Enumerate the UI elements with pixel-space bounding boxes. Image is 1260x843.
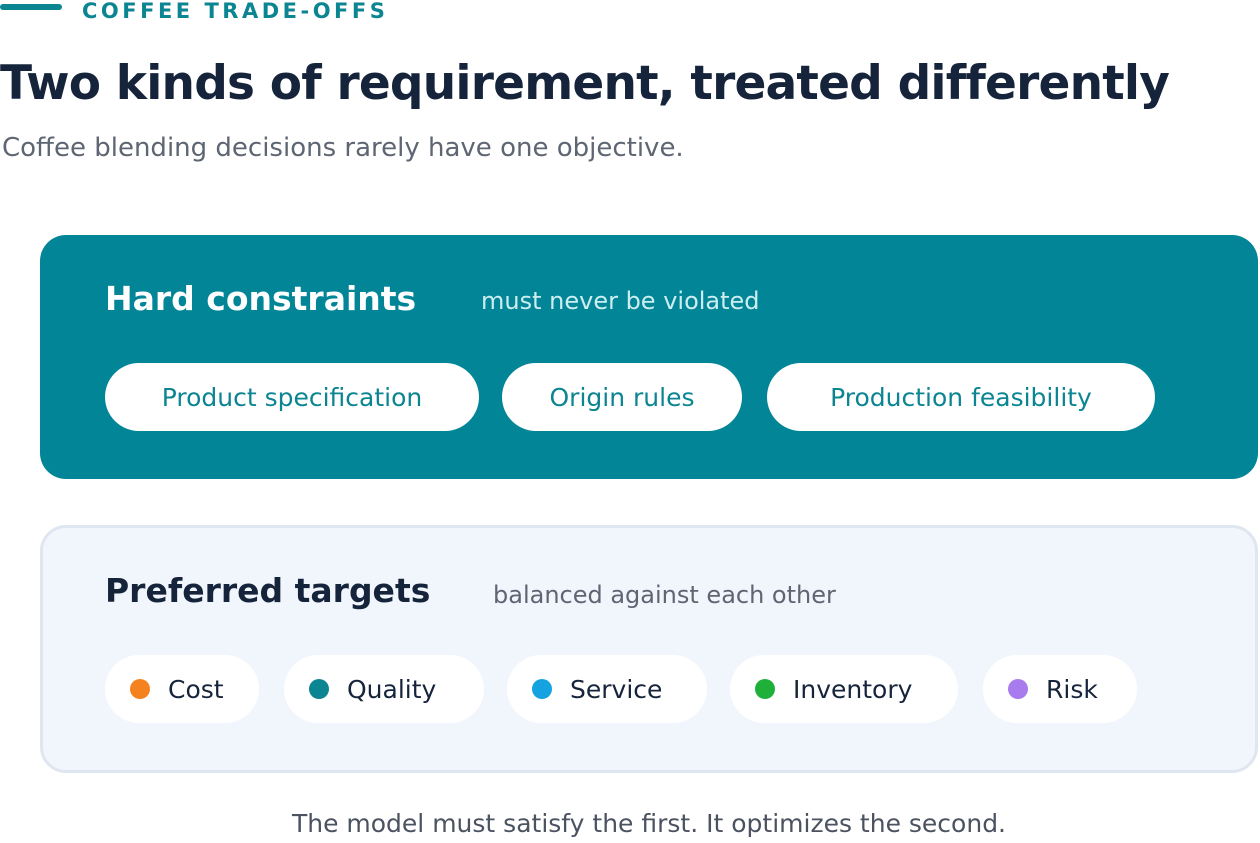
service-dot-icon (532, 679, 552, 699)
page-title: Two kinds of requirement, treated differ… (0, 56, 1170, 111)
hard-constraints-panel: Hard constraints must never be violated … (40, 235, 1258, 479)
quality-dot-icon (309, 679, 329, 699)
constraint-pill-label: Origin rules (549, 382, 695, 412)
constraint-pill-origin-rules: Origin rules (502, 363, 742, 431)
constraint-pill-label: Production feasibility (830, 382, 1092, 412)
target-pill-cost: Cost (105, 655, 259, 723)
target-pill-label: Risk (1046, 674, 1098, 704)
slide: COFFEE TRADE-OFFS Two kinds of requireme… (0, 0, 1260, 843)
cost-dot-icon (130, 679, 150, 699)
footer-text: The model must satisfy the first. It opt… (291, 809, 1007, 838)
risk-dot-icon (1008, 679, 1028, 699)
inventory-dot-icon (755, 679, 775, 699)
constraint-pill-label: Product specification (161, 382, 423, 412)
footer-caption: The model must satisfy the first. It opt… (0, 806, 1260, 842)
target-pill-service: Service (507, 655, 707, 723)
eyebrow-accent-bar (0, 4, 62, 10)
target-pill-risk: Risk (983, 655, 1137, 723)
preferred-targets-panel: Preferred targets balanced against each … (40, 525, 1258, 773)
target-pill-quality: Quality (284, 655, 484, 723)
target-pill-label: Inventory (793, 674, 913, 704)
target-pill-label: Service (570, 674, 663, 704)
target-pill-label: Cost (168, 674, 224, 704)
target-pill-label: Quality (347, 674, 437, 704)
page-subtitle: Coffee blending decisions rarely have on… (2, 133, 684, 163)
eyebrow-label: COFFEE TRADE-OFFS (82, 0, 389, 23)
constraint-pill-production-feasibility: Production feasibility (767, 363, 1155, 431)
constraint-pill-product-specification: Product specification (105, 363, 479, 431)
preferred-targets-note: balanced against each other (493, 581, 836, 609)
preferred-targets-heading: Preferred targets (105, 571, 431, 610)
hard-constraints-heading: Hard constraints (105, 279, 417, 318)
target-pill-inventory: Inventory (730, 655, 958, 723)
hard-constraints-note: must never be violated (481, 287, 760, 315)
